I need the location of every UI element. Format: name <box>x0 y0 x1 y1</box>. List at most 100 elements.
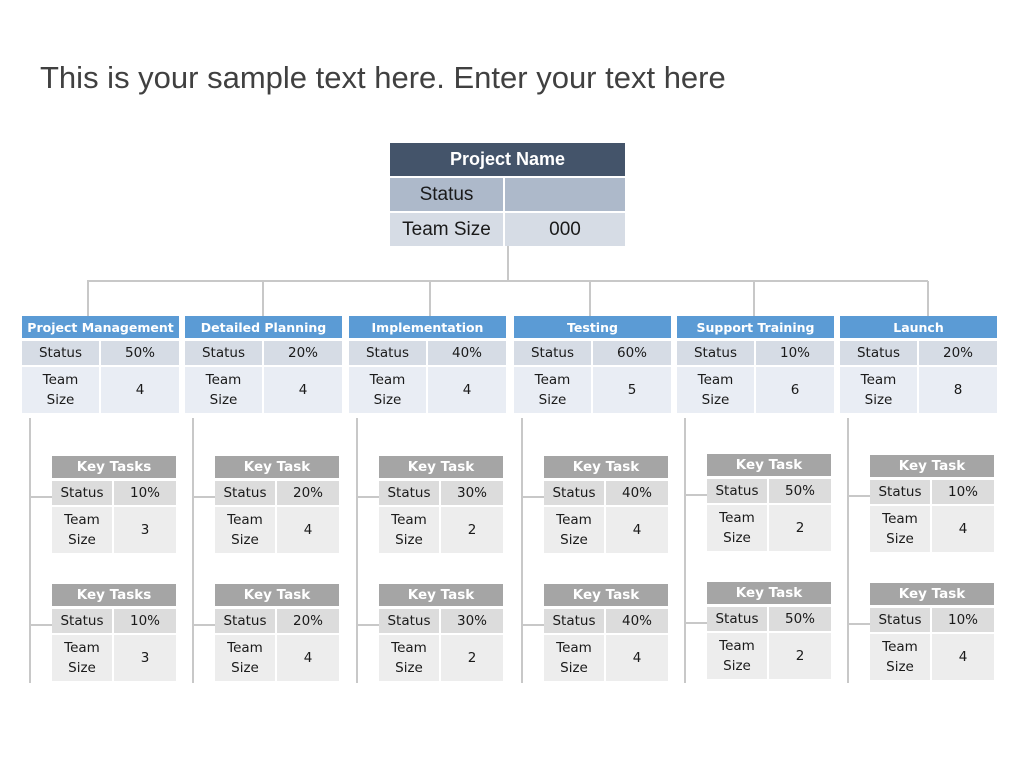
team-size-value: 4 <box>101 367 179 413</box>
team-size-value: 2 <box>441 635 503 681</box>
status-value: 20% <box>919 341 997 365</box>
team-label-line2: Size <box>886 531 914 547</box>
task-spine <box>356 418 358 683</box>
task-title: Key Task <box>215 584 339 606</box>
team-label-line2: Size <box>231 532 259 548</box>
status-value: 10% <box>114 609 176 633</box>
team-size-row: Team Size 4 <box>215 507 339 553</box>
status-label: Status <box>52 481 112 505</box>
team-size-value: 4 <box>277 635 339 681</box>
task-title: Key Task <box>379 456 503 478</box>
team-size-label: Team Size <box>379 507 439 553</box>
team-label-line2: Size <box>723 530 751 546</box>
status-label: Status <box>840 341 917 365</box>
team-label-line1: Team <box>882 511 918 527</box>
phase-card: Implementation Status 40% Team Size 4 <box>349 316 506 415</box>
horizontal-connector <box>87 280 928 282</box>
root-team-value: 000 <box>505 213 625 246</box>
task-card: Key Task Status 40% Team Size 4 <box>544 456 668 555</box>
status-value: 20% <box>264 341 342 365</box>
team-label-line2: Size <box>701 392 730 408</box>
team-size-label: Team Size <box>215 635 275 681</box>
task-spine <box>521 418 523 683</box>
team-size-value: 4 <box>606 635 668 681</box>
status-label: Status <box>514 341 591 365</box>
team-size-row: Team Size 4 <box>22 367 179 413</box>
status-row: Status 10% <box>677 341 834 365</box>
team-label-line1: Team <box>227 640 263 656</box>
team-label-line1: Team <box>556 512 592 528</box>
task-title: Key Task <box>215 456 339 478</box>
root-connector <box>507 246 509 281</box>
team-label-line1: Team <box>205 372 242 388</box>
team-size-value: 3 <box>114 507 176 553</box>
team-label-line2: Size <box>395 660 423 676</box>
task-title: Key Task <box>707 582 831 604</box>
status-row: Status 20% <box>840 341 997 365</box>
team-size-value: 2 <box>769 505 831 551</box>
team-size-label: Team Size <box>870 634 930 680</box>
phase-card: Launch Status 20% Team Size 8 <box>840 316 997 415</box>
team-size-label: Team Size <box>379 635 439 681</box>
phase-card: Detailed Planning Status 20% Team Size 4 <box>185 316 342 415</box>
task-spine <box>29 418 31 683</box>
status-row: Status 40% <box>544 481 668 505</box>
team-size-value: 6 <box>756 367 834 413</box>
root-status-value <box>505 178 625 211</box>
team-size-row: Team Size 4 <box>870 634 994 680</box>
team-size-value: 4 <box>932 506 994 552</box>
status-row: Status 50% <box>707 607 831 631</box>
phase-title: Detailed Planning <box>185 316 342 338</box>
task-title: Key Task <box>870 455 994 477</box>
status-value: 10% <box>932 480 994 504</box>
team-size-label: Team Size <box>544 507 604 553</box>
status-value: 50% <box>769 607 831 631</box>
team-label-line2: Size <box>886 659 914 675</box>
status-label: Status <box>349 341 426 365</box>
team-size-row: Team Size 6 <box>677 367 834 413</box>
team-label-line2: Size <box>723 658 751 674</box>
team-size-label: Team Size <box>707 505 767 551</box>
slide-title: This is your sample text here. Enter you… <box>40 60 726 95</box>
team-size-row: Team Size 4 <box>544 507 668 553</box>
phase-connector <box>589 281 591 316</box>
status-row: Status 10% <box>870 480 994 504</box>
status-row: Status 30% <box>379 481 503 505</box>
task-connector <box>30 496 53 498</box>
root-team-row: Team Size 000 <box>390 213 625 246</box>
status-value: 10% <box>756 341 834 365</box>
phase-title: Support Training <box>677 316 834 338</box>
task-connector <box>685 622 708 624</box>
task-title: Key Task <box>544 584 668 606</box>
team-size-row: Team Size 2 <box>379 635 503 681</box>
status-label: Status <box>707 479 767 503</box>
team-size-row: Team Size 4 <box>185 367 342 413</box>
status-value: 60% <box>593 341 671 365</box>
status-label: Status <box>870 608 930 632</box>
status-row: Status 30% <box>379 609 503 633</box>
root-title: Project Name <box>390 143 625 176</box>
phase-connector <box>262 281 264 316</box>
team-size-value: 4 <box>277 507 339 553</box>
task-title: Key Task <box>544 456 668 478</box>
status-value: 10% <box>932 608 994 632</box>
team-size-label: Team Size <box>840 367 917 413</box>
phase-title: Implementation <box>349 316 506 338</box>
task-card: Key Task Status 40% Team Size 4 <box>544 584 668 683</box>
team-size-row: Team Size 2 <box>707 505 831 551</box>
team-size-value: 2 <box>441 507 503 553</box>
team-size-value: 4 <box>932 634 994 680</box>
status-label: Status <box>215 481 275 505</box>
phase-card: Project Management Status 50% Team Size 4 <box>22 316 179 415</box>
status-label: Status <box>544 609 604 633</box>
team-label-line2: Size <box>560 532 588 548</box>
status-row: Status 10% <box>52 481 176 505</box>
team-label-line1: Team <box>719 638 755 654</box>
status-label: Status <box>379 609 439 633</box>
team-label-line1: Team <box>42 372 79 388</box>
task-card: Key Task Status 30% Team Size 2 <box>379 584 503 683</box>
team-size-value: 3 <box>114 635 176 681</box>
task-card: Key Task Status 30% Team Size 2 <box>379 456 503 555</box>
status-row: Status 40% <box>544 609 668 633</box>
status-row: Status 20% <box>215 481 339 505</box>
